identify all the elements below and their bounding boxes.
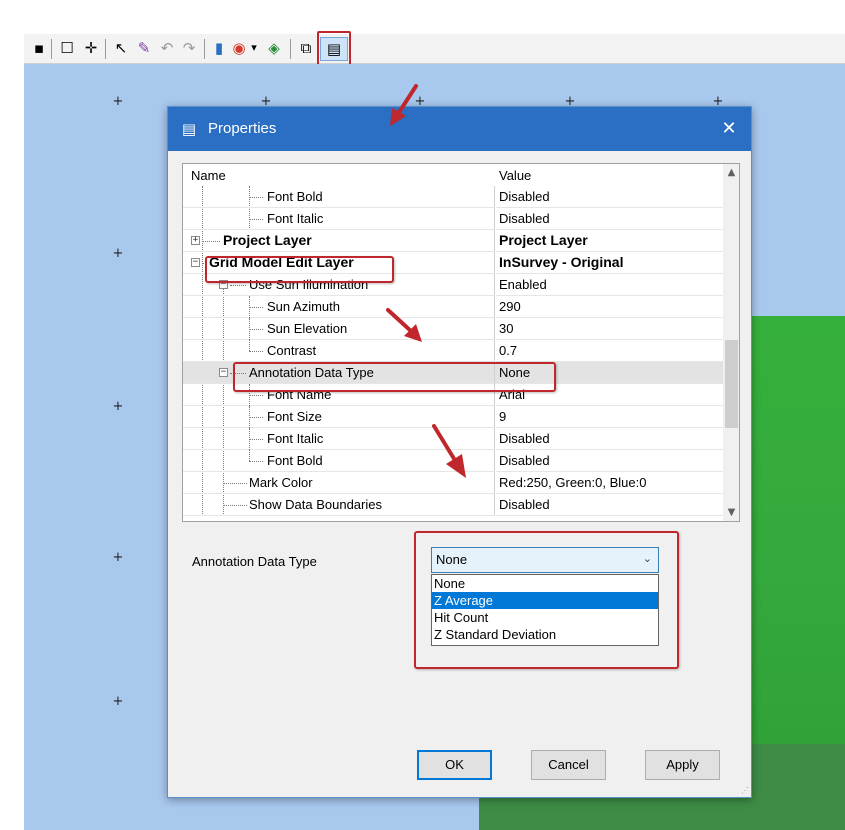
property-row-project-layer[interactable]: + Project Layer Project Layer xyxy=(183,230,723,252)
collapse-icon[interactable]: − xyxy=(219,280,228,289)
scroll-down-icon[interactable]: ▼ xyxy=(723,504,739,521)
property-name: Font Bold xyxy=(267,453,323,468)
grid-cross-marker: + xyxy=(112,94,124,109)
property-row-sun-elevation[interactable]: Sun Elevation 30 xyxy=(183,318,723,340)
properties-dialog: ▤ Properties ✕ Name Value Font Bold Disa… xyxy=(167,106,752,798)
annotation-data-type-label: Annotation Data Type xyxy=(192,554,317,569)
property-row-mark-color[interactable]: Mark Color Red:250, Green:0, Blue:0 xyxy=(183,472,723,494)
property-value: Enabled xyxy=(496,274,723,296)
annotation-data-type-select[interactable]: None ⌄ xyxy=(431,547,659,573)
option-hit-count[interactable]: Hit Count xyxy=(432,609,658,626)
property-name: Show Data Boundaries xyxy=(249,497,382,512)
property-value: Disabled xyxy=(496,428,723,450)
property-value: Red:250, Green:0, Blue:0 xyxy=(496,472,723,494)
option-z-standard-deviation[interactable]: Z Standard Deviation xyxy=(432,626,658,643)
property-row-use-sun-illumination[interactable]: − Use Sun Illumination Enabled xyxy=(183,274,723,296)
property-value: Arial xyxy=(496,384,723,406)
property-row-font-italic[interactable]: Font Italic Disabled xyxy=(183,428,723,450)
collapse-icon[interactable]: − xyxy=(191,258,200,267)
properties-icon[interactable]: ▤ xyxy=(320,37,348,61)
property-grid-header: Name Value xyxy=(183,164,723,186)
property-value: 0.7 xyxy=(496,340,723,362)
column-header-name: Name xyxy=(191,168,226,183)
windows-icon[interactable]: ⧉ xyxy=(296,39,316,57)
ok-button[interactable]: OK xyxy=(417,750,492,780)
property-name: Font Italic xyxy=(267,211,324,226)
property-value: Disabled xyxy=(496,494,723,516)
rectangle-select-icon[interactable]: ☐ xyxy=(58,39,76,57)
property-value: Disabled xyxy=(496,450,723,472)
property-name: Font Italic xyxy=(267,431,324,446)
property-value: None xyxy=(496,362,723,384)
dialog-title: Properties xyxy=(208,120,277,137)
property-name: Font Name xyxy=(267,387,332,402)
property-value: Project Layer xyxy=(496,230,723,252)
undo-icon[interactable]: ↶ xyxy=(158,39,176,57)
property-name: Use Sun Illumination xyxy=(249,277,369,292)
property-name: Annotation Data Type xyxy=(249,365,374,380)
property-value: Disabled xyxy=(496,208,723,230)
property-grid[interactable]: Name Value Font Bold Disabled Font Itali… xyxy=(182,163,740,522)
property-row-font-bold[interactable]: Font Bold Disabled xyxy=(183,186,723,208)
property-row-font-italic[interactable]: Font Italic Disabled xyxy=(183,208,723,230)
toolbar-separator xyxy=(290,39,291,59)
property-value: InSurvey - Original xyxy=(496,252,723,274)
property-row-font-name[interactable]: Font Name Arial xyxy=(183,384,723,406)
property-value: 9 xyxy=(496,406,723,428)
property-value: 290 xyxy=(496,296,723,318)
dialog-titlebar[interactable]: ▤ Properties ✕ xyxy=(168,107,751,151)
toolbar-separator xyxy=(105,39,106,59)
toolbar-separator xyxy=(51,39,52,59)
crosshair-icon[interactable]: ✛ xyxy=(82,39,100,57)
window-edge xyxy=(0,64,24,830)
collapse-icon[interactable]: − xyxy=(219,368,228,377)
property-value: Disabled xyxy=(496,186,723,208)
property-grid-scrollbar[interactable]: ▲ ▼ xyxy=(723,164,739,521)
expand-icon[interactable]: + xyxy=(191,236,200,245)
palette-icon[interactable]: ◉ xyxy=(230,39,248,57)
property-name: Grid Model Edit Layer xyxy=(209,254,354,270)
grid-cross-marker: + xyxy=(112,550,124,565)
scroll-up-icon[interactable]: ▲ xyxy=(723,164,739,181)
close-icon[interactable]: ✕ xyxy=(717,117,741,141)
property-name: Font Size xyxy=(267,409,322,424)
grid-cross-marker: + xyxy=(112,694,124,709)
scroll-thumb[interactable] xyxy=(725,340,738,428)
property-row-show-data-boundaries[interactable]: Show Data Boundaries Disabled xyxy=(183,494,723,516)
chevron-down-icon[interactable]: ⌄ xyxy=(643,552,652,565)
option-none[interactable]: None xyxy=(432,575,658,592)
toolbar: ▪ ☐ ✛ ↖ ✎ ↶ ↷ ▮ ◉ ▾ ◈ ⧉ ▤ xyxy=(24,34,845,64)
property-value: 30 xyxy=(496,318,723,340)
selected-value: None xyxy=(436,552,468,567)
property-name: Sun Elevation xyxy=(267,321,348,336)
grid-cross-marker: + xyxy=(112,246,124,261)
column-header-value: Value xyxy=(499,168,532,183)
property-row-font-size[interactable]: Font Size 9 xyxy=(183,406,723,428)
property-name: Mark Color xyxy=(249,475,313,490)
redo-icon[interactable]: ↷ xyxy=(180,39,198,57)
property-name: Contrast xyxy=(267,343,317,358)
property-name: Project Layer xyxy=(223,232,312,248)
paint-icon[interactable]: ◈ xyxy=(264,39,284,57)
toolbar-separator xyxy=(204,39,205,59)
properties-icon: ▤ xyxy=(181,120,197,138)
pointer-icon[interactable]: ↖ xyxy=(112,39,130,57)
resize-grip-icon[interactable]: ⋰ xyxy=(741,787,749,795)
cancel-button[interactable]: Cancel xyxy=(531,750,606,780)
pan-icon[interactable]: ▪ xyxy=(32,39,46,57)
property-row-contrast[interactable]: Contrast 0.7 xyxy=(183,340,723,362)
grid-cross-marker: + xyxy=(112,399,124,414)
property-row-sun-azimuth[interactable]: Sun Azimuth 290 xyxy=(183,296,723,318)
option-z-average[interactable]: Z Average xyxy=(432,592,658,609)
annotation-data-type-options[interactable]: None Z Average Hit Count Z Standard Devi… xyxy=(431,574,659,646)
edit-layer-icon[interactable]: ✎ xyxy=(134,39,154,57)
property-name: Sun Azimuth xyxy=(267,299,340,314)
property-row-grid-model-edit-layer[interactable]: − Grid Model Edit Layer InSurvey - Origi… xyxy=(183,252,723,274)
apply-button[interactable]: Apply xyxy=(645,750,720,780)
property-name: Font Bold xyxy=(267,189,323,204)
property-row-font-bold[interactable]: Font Bold Disabled xyxy=(183,450,723,472)
dropdown-arrow-icon[interactable]: ▾ xyxy=(249,39,259,57)
color-bar-icon[interactable]: ▮ xyxy=(212,39,226,57)
property-row-annotation-data-type[interactable]: − Annotation Data Type None xyxy=(183,362,723,384)
